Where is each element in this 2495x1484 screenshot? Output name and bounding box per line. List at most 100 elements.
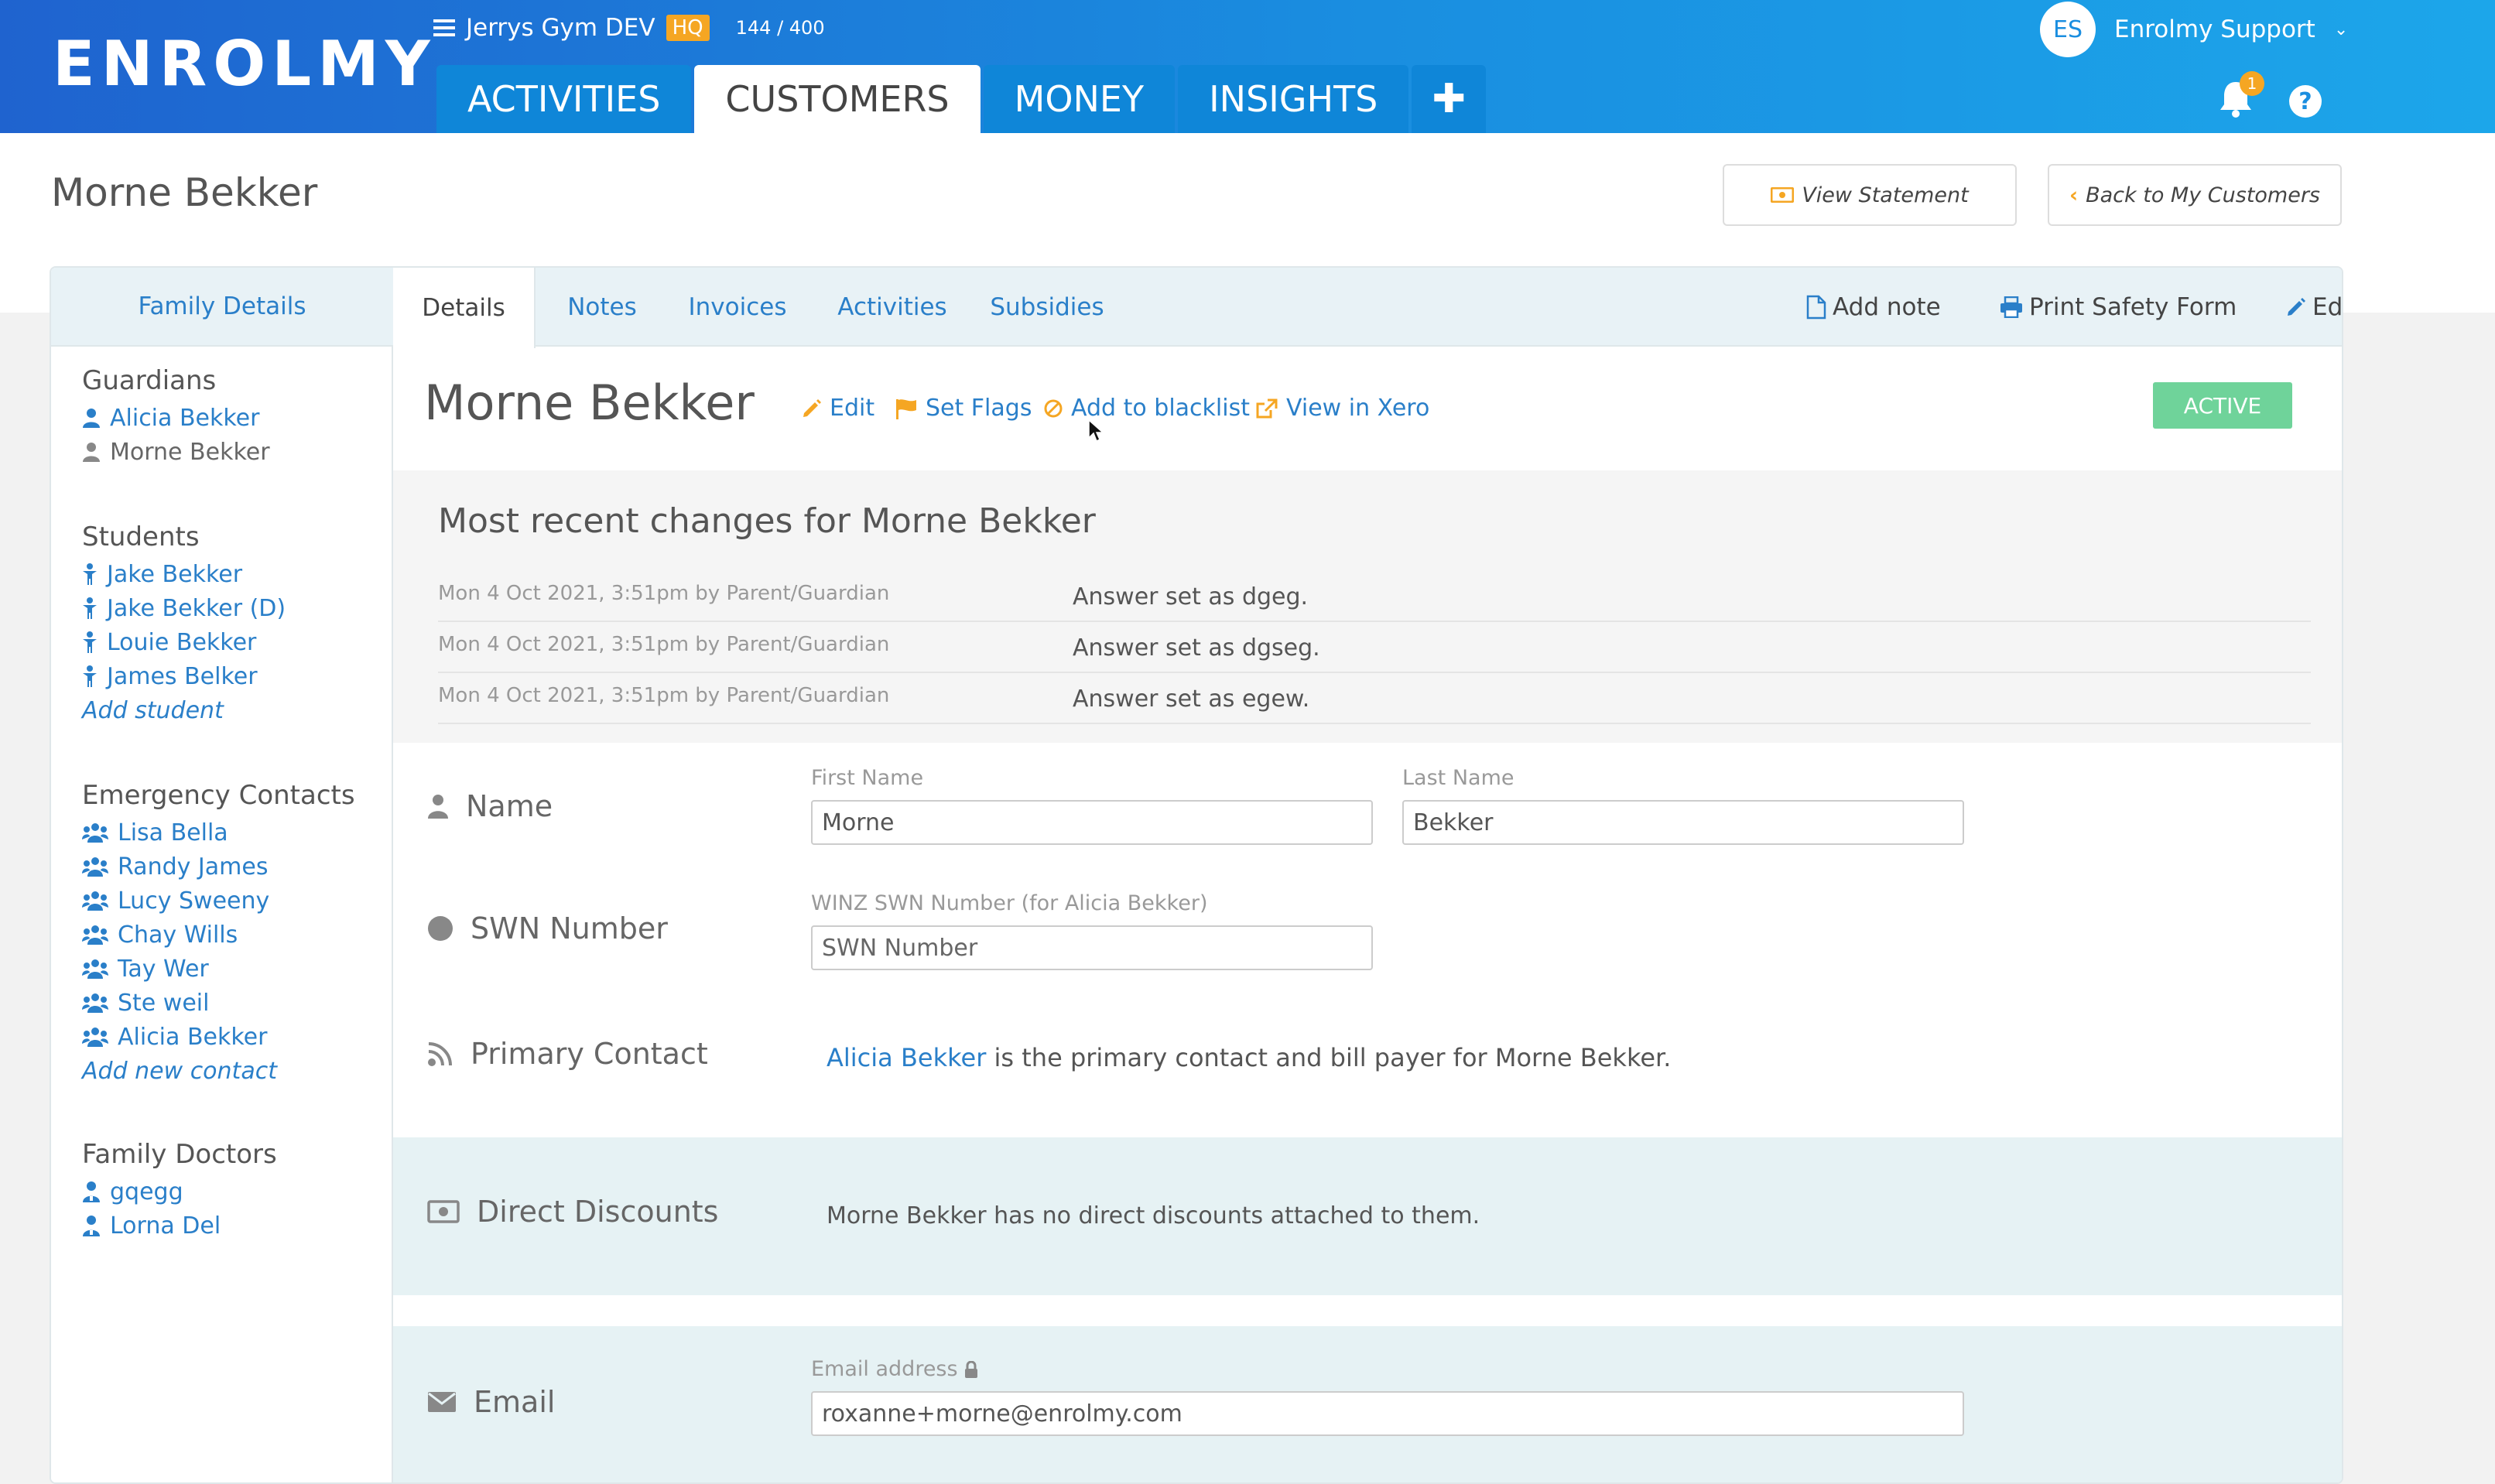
avatar: ES (2040, 2, 2096, 57)
name-section: Name First Name Morne Last Name Bekker (393, 743, 2342, 868)
tab-activities-detail[interactable]: Activities (827, 268, 958, 347)
swn-label-text: SWN Number (471, 911, 668, 945)
tab-details[interactable]: Details (393, 268, 536, 348)
direct-discounts-label: Direct Discounts (427, 1195, 718, 1229)
status-badge: ACTIVE (2153, 382, 2292, 429)
last-name-field[interactable]: Bekker (1402, 800, 1964, 845)
tab-notes[interactable]: Notes (556, 268, 649, 347)
name-label-text: Name (466, 789, 553, 823)
details-content: Morne Bekker Edit Set Flags Add to black… (393, 347, 2342, 1482)
guardian-name: Alicia Bekker (110, 404, 260, 432)
add-student-link[interactable]: Add student (82, 693, 286, 727)
group-icon (82, 925, 108, 945)
tab-insights[interactable]: INSIGHTS (1178, 65, 1409, 133)
set-flags-label: Set Flags (926, 395, 1032, 422)
contact-name: Tay Wer (118, 955, 209, 983)
ban-icon (1044, 399, 1063, 417)
primary-contact-section: Primary Contact Alicia Bekker is the pri… (393, 993, 2342, 1111)
tab-money[interactable]: MONEY (983, 65, 1176, 133)
gym-switcher[interactable]: Jerrys Gym DEV HQ 144 / 400 (433, 14, 825, 42)
money-icon (427, 1200, 460, 1223)
family-sidebar: Family Details Guardians Alicia Bekker M… (51, 268, 393, 1482)
emergency-contact-link[interactable]: Lisa Bella (82, 816, 355, 850)
emergency-contact-link[interactable]: Ste weil (82, 986, 355, 1020)
set-flags-link[interactable]: Set Flags (895, 395, 1032, 422)
add-note-button[interactable]: Add note (1806, 268, 1941, 347)
email-section: Email Email address roxanne+morne@enrolm… (393, 1326, 2342, 1482)
edit-profile-label: Edit (830, 395, 875, 422)
tab-family-details[interactable]: Family Details (51, 268, 393, 347)
tab-subsidies[interactable]: Subsidies (981, 268, 1113, 347)
contact-name: Chay Wills (118, 921, 238, 949)
group-icon (82, 993, 108, 1013)
tab-customers[interactable]: CUSTOMERS (694, 65, 981, 133)
students-heading: Students (82, 521, 200, 552)
change-description: Answer set as dgeg. (1073, 583, 1309, 610)
doctor-link[interactable]: Lorna Del (82, 1209, 277, 1243)
main-nav: ACTIVITIES CUSTOMERS MONEY INSIGHTS ✚ (436, 65, 1489, 133)
direct-discounts-label-text: Direct Discounts (477, 1195, 719, 1229)
first-name-label: First Name (811, 766, 924, 790)
student-link[interactable]: Jake Bekker (D) (82, 591, 286, 625)
recent-changes: Most recent changes for Morne Bekker Mon… (393, 470, 2342, 743)
doctor-icon (83, 1181, 100, 1202)
swn-number-field[interactable]: SWN Number (811, 925, 1373, 970)
tab-activities[interactable]: ACTIVITIES (436, 65, 692, 133)
doctor-link[interactable]: gqegg (82, 1175, 277, 1209)
emergency-contacts-group: Emergency Contacts Lisa Bella Randy Jame… (82, 780, 355, 1088)
change-timestamp: Mon 4 Oct 2021, 3:51pm by Parent/Guardia… (438, 582, 890, 605)
first-name-field[interactable]: Morne (811, 800, 1373, 845)
rss-icon (428, 1042, 452, 1066)
tab-invoices[interactable]: Invoices (672, 268, 803, 347)
emergency-heading: Emergency Contacts (82, 780, 355, 811)
primary-contact-link[interactable]: Alicia Bekker (827, 1043, 986, 1072)
primary-contact-statement: Alicia Bekker is the primary contact and… (827, 1043, 1671, 1072)
lock-icon (964, 1360, 977, 1378)
emergency-contact-link[interactable]: Alicia Bekker (82, 1020, 355, 1054)
edit-profile-link[interactable]: Edit (802, 395, 874, 422)
swn-field-label: WINZ SWN Number (for Alicia Bekker) (811, 891, 1208, 915)
doctors-heading: Family Doctors (82, 1139, 277, 1170)
guardian-link[interactable]: Alicia Bekker (82, 401, 270, 435)
add-to-blacklist-link[interactable]: Add to blacklist (1043, 395, 1250, 422)
circle-icon (428, 916, 453, 941)
student-name: Louie Bekker (107, 628, 257, 656)
student-link[interactable]: Jake Bekker (82, 557, 286, 591)
back-to-customers-button[interactable]: ‹ Back to My Customers (2048, 164, 2342, 226)
view-statement-button[interactable]: View Statement (1723, 164, 2017, 226)
person-icon (83, 443, 100, 462)
contact-name: Lucy Sweeny (118, 887, 270, 915)
doctor-icon (83, 1216, 100, 1236)
enrolmy-logo[interactable]: ENROLMY (53, 28, 436, 100)
external-link-icon (1256, 398, 1278, 418)
email-field[interactable]: roxanne+morne@enrolmy.com (811, 1391, 1964, 1436)
print-safety-form-button[interactable]: Print Safety Form (2000, 268, 2237, 347)
email-label: Email (427, 1385, 555, 1419)
direct-discounts-text: Morne Bekker has no direct discounts att… (827, 1202, 1480, 1229)
contact-name: Randy James (118, 853, 269, 880)
pencil-icon (2288, 298, 2305, 316)
emergency-contact-link[interactable]: Randy James (82, 850, 355, 884)
view-in-xero-link[interactable]: View in Xero (1255, 395, 1429, 422)
help-icon[interactable]: ? (2289, 85, 2322, 118)
group-icon (82, 1028, 108, 1047)
user-menu[interactable]: ES Enrolmy Support ⌄ (2040, 0, 2348, 59)
add-tab-button[interactable]: ✚ (1412, 65, 1486, 133)
direct-discounts-section: Direct Discounts Morne Bekker has no dir… (393, 1137, 2342, 1295)
contact-name: Lisa Bella (118, 819, 228, 846)
student-link[interactable]: Louie Bekker (82, 625, 286, 659)
hq-badge: HQ (666, 15, 710, 41)
customer-card: Family Details Guardians Alicia Bekker M… (50, 266, 2343, 1484)
students-group: Students Jake Bekker Jake Bekker (D) Lou… (82, 521, 286, 727)
emergency-contact-link[interactable]: Chay Wills (82, 918, 355, 952)
emergency-contact-link[interactable]: Lucy Sweeny (82, 884, 355, 918)
guardians-group: Guardians Alicia Bekker Morne Bekker (82, 365, 270, 469)
contact-name: Ste weil (118, 989, 210, 1017)
emergency-contact-link[interactable]: Tay Wer (82, 952, 355, 986)
name-label: Name (427, 789, 553, 823)
hamburger-menu-icon[interactable] (433, 19, 455, 36)
group-icon (82, 823, 108, 843)
student-link[interactable]: James Belker (82, 659, 286, 693)
add-contact-link[interactable]: Add new contact (82, 1054, 355, 1088)
edit-button[interactable]: Edit (2286, 268, 2342, 347)
